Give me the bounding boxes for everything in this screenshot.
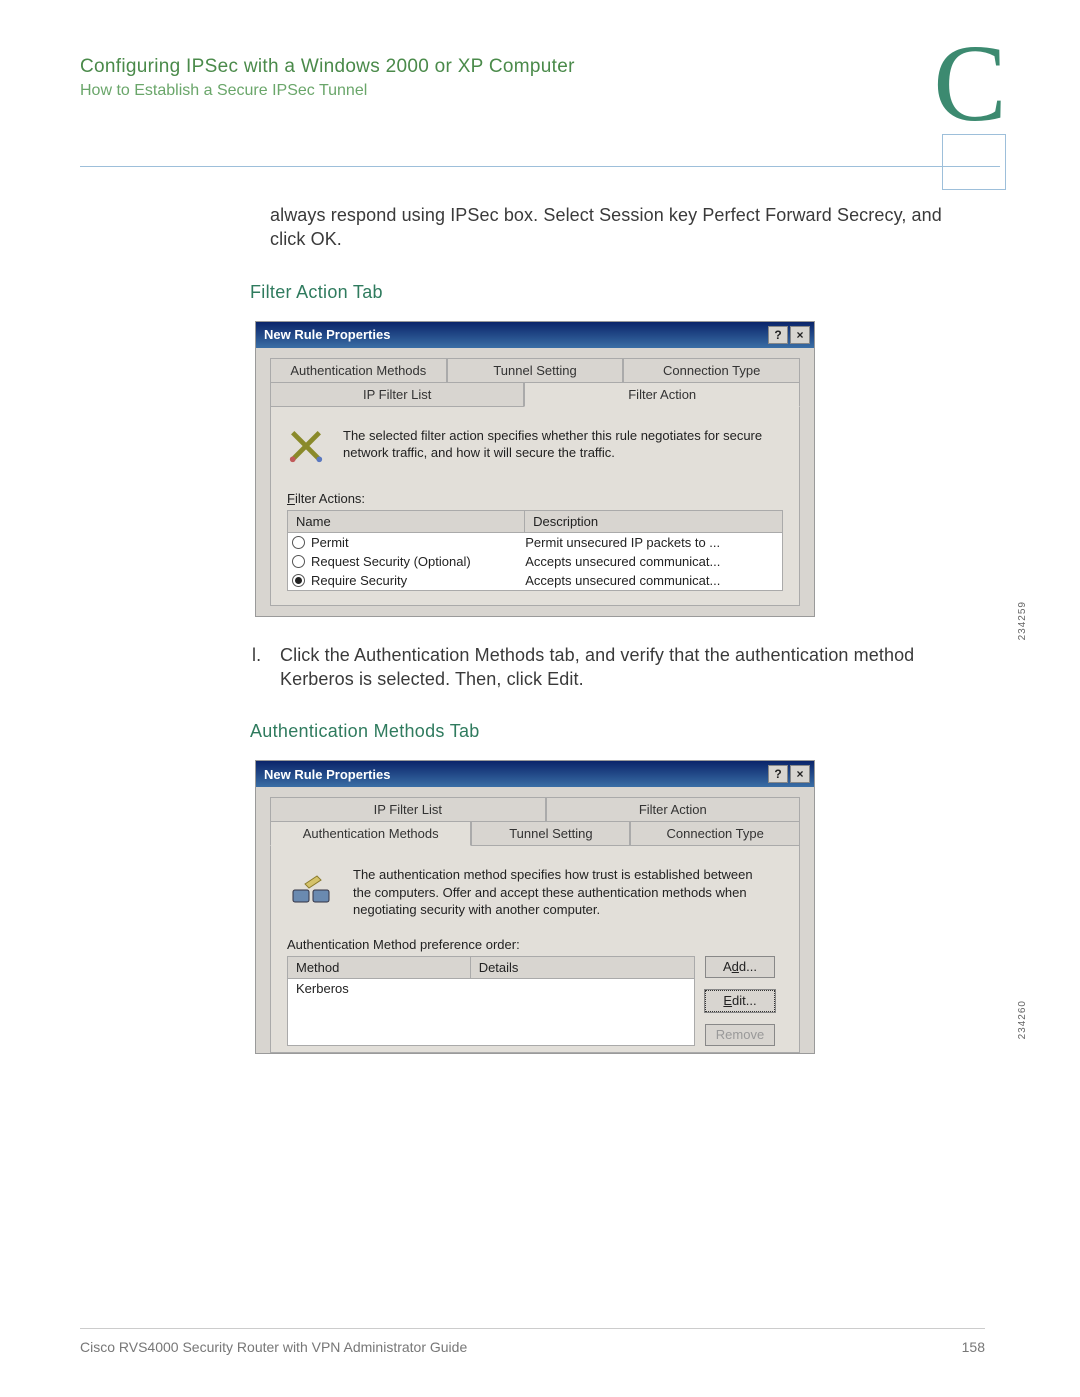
tab-filter-action[interactable]: Filter Action [524,382,800,407]
tab-tunnel-setting[interactable]: Tunnel Setting [471,821,630,845]
page-number: 158 [962,1339,985,1355]
window-titlebar: New Rule Properties ? × [256,761,814,787]
footer-title: Cisco RVS4000 Security Router with VPN A… [80,1339,467,1355]
auth-method-table[interactable]: Method Details Kerberos [287,956,695,1046]
column-name: Name [288,511,525,533]
header-title: Configuring IPSec with a Windows 2000 or… [80,56,1000,78]
filter-action-row[interactable]: Require Security Accepts unsecured commu… [288,571,782,590]
tab-connection-type[interactable]: Connection Type [623,358,800,382]
close-button[interactable]: × [790,326,810,344]
tab-authentication-methods[interactable]: Authentication Methods [270,821,471,846]
window-title: New Rule Properties [264,767,390,782]
radio-icon[interactable] [292,555,305,568]
appendix-letter: C [910,38,1030,148]
tab-ip-filter-list[interactable]: IP Filter List [270,797,546,821]
header-subtitle: How to Establish a Secure IPSec Tunnel [80,82,1000,100]
tab-ip-filter-list[interactable]: IP Filter List [270,382,524,406]
figure-filter-action: New Rule Properties ? × Authentication M… [255,321,1000,617]
filter-action-icon [287,427,325,465]
window-title: New Rule Properties [264,327,390,342]
tab-tunnel-setting[interactable]: Tunnel Setting [447,358,624,382]
radio-icon[interactable] [292,574,305,587]
column-details: Details [471,957,694,979]
add-button[interactable]: Add... [705,956,775,978]
section-title-auth-methods: Authentication Methods Tab [250,721,1000,742]
remove-button: Remove [705,1024,775,1046]
tab-authentication-methods[interactable]: Authentication Methods [270,358,447,382]
step-text: Click the Authentication Methods tab, an… [280,643,970,692]
auth-method-row[interactable]: Kerberos [288,979,694,998]
figure-id: 234260 [1017,1000,1028,1039]
filter-actions-list[interactable]: Name Description Permit Permit unsecured… [287,510,783,591]
figure-id: 234259 [1017,601,1028,640]
close-button[interactable]: × [790,765,810,783]
column-description: Description [525,511,782,533]
edit-button[interactable]: Edit... [705,990,775,1012]
screenshot-new-rule-filter-action: New Rule Properties ? × Authentication M… [255,321,815,617]
appendix-box [942,134,1006,190]
filter-actions-label: FFilter Actions:ilter Actions: [287,491,783,506]
page-footer: Cisco RVS4000 Security Router with VPN A… [80,1328,985,1355]
panel-description: The selected filter action specifies whe… [343,427,763,465]
panel-description: The authentication method specifies how … [353,866,773,919]
radio-icon[interactable] [292,536,305,549]
filter-action-row[interactable]: Permit Permit unsecured IP packets to ..… [288,533,782,552]
intro-paragraph: always respond using IPSec box. Select S… [270,203,970,252]
screenshot-new-rule-auth-methods: New Rule Properties ? × IP Filter List F… [255,760,815,1054]
help-button[interactable]: ? [768,326,788,344]
list-marker: l. [252,643,280,692]
auth-method-order-label: Authentication Method preference order: [287,937,783,952]
section-title-filter-action: Filter Action Tab [250,282,1000,303]
help-button[interactable]: ? [768,765,788,783]
figure-auth-methods: New Rule Properties ? × IP Filter List F… [255,760,1000,1054]
header-divider [80,166,1000,167]
filter-action-row[interactable]: Request Security (Optional) Accepts unse… [288,552,782,571]
tab-filter-action[interactable]: Filter Action [546,797,800,821]
auth-method-icon [287,866,335,914]
column-method: Method [288,957,471,979]
page-header: Configuring IPSec with a Windows 2000 or… [80,56,1000,136]
tab-connection-type[interactable]: Connection Type [630,821,800,845]
window-titlebar: New Rule Properties ? × [256,322,814,348]
